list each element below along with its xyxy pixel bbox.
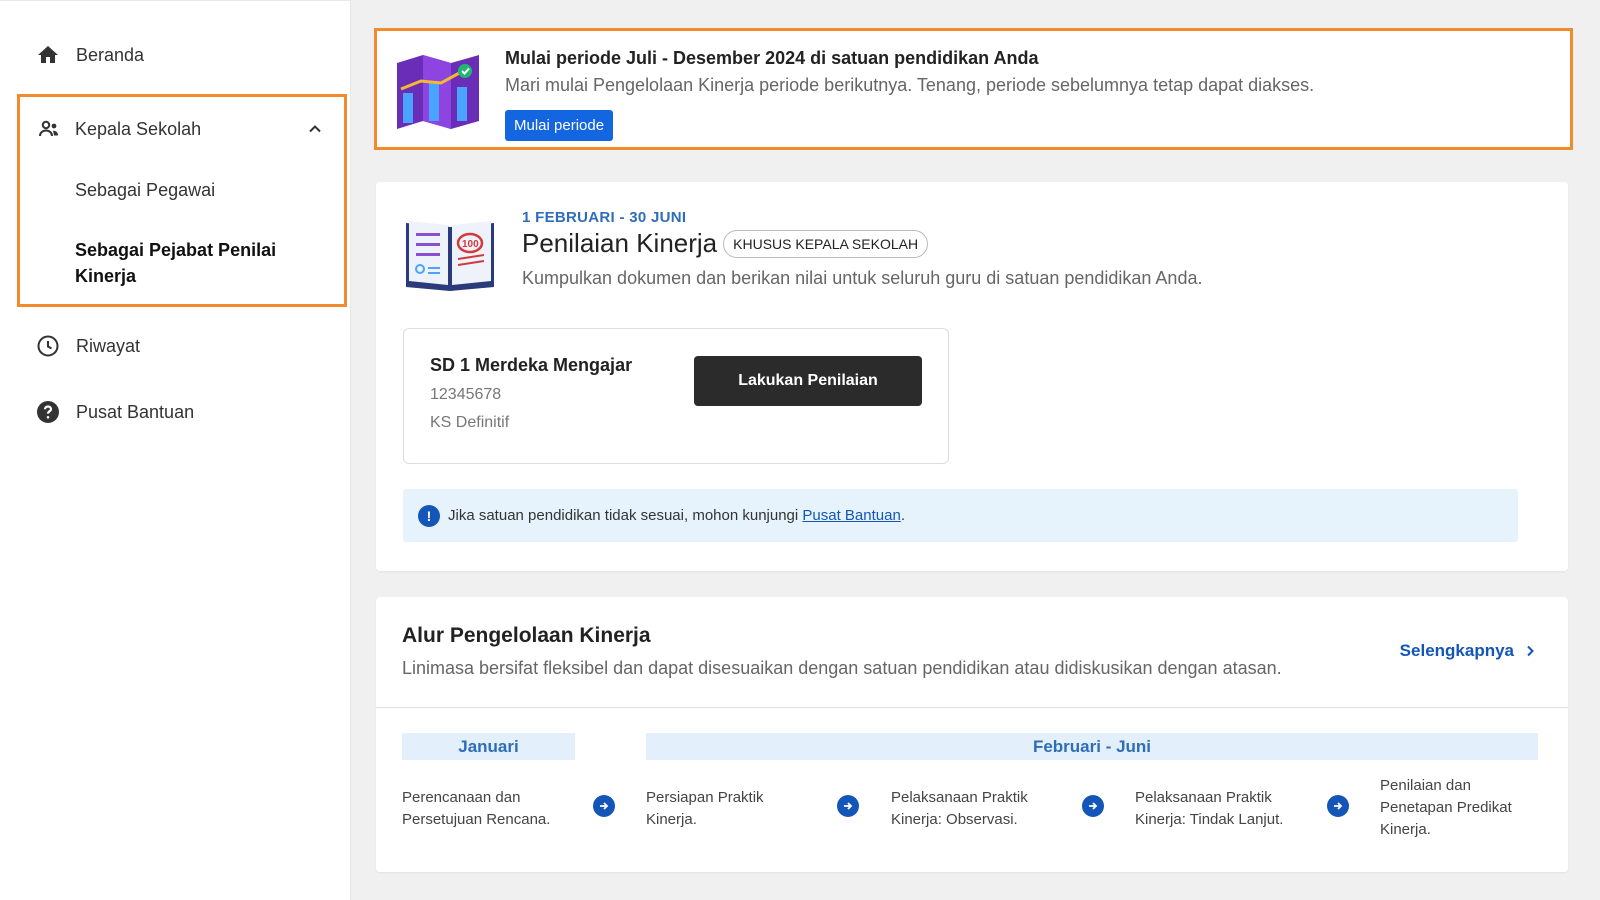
assessment-card: 100 1 FEBRUARI - 30 JUNI Penilaian Kiner… — [376, 182, 1568, 571]
people-icon — [37, 117, 61, 141]
flow-card: Alur Pengelolaan Kinerja Linimasa bersif… — [376, 597, 1568, 872]
info-text: Jika satuan pendidikan tidak sesuai, moh… — [448, 507, 905, 524]
see-more-link[interactable]: Selengkapnya — [1400, 641, 1536, 661]
flow-description: Linimasa bersifat fleksibel dan dapat di… — [402, 658, 1282, 678]
banner-description: Mari mulai Pengelolaan Kinerja periode b… — [505, 75, 1315, 95]
new-period-banner: Mulai periode Juli - Desember 2024 di sa… — [374, 28, 1573, 150]
sidebar-group-label: Kepala Sekolah — [75, 118, 202, 139]
assessment-title: Penilaian Kinerja — [522, 228, 718, 258]
school-name: SD 1 Merdeka Mengajar — [430, 355, 633, 375]
sidebar-item-label: Riwayat — [76, 335, 141, 356]
sidebar-subitem-sebagai-pegawai[interactable]: Sebagai Pegawai — [75, 177, 215, 203]
school-card: SD 1 Merdeka Mengajar 12345678 KS Defini… — [403, 328, 949, 464]
sidebar-item-history[interactable]: Riwayat — [36, 334, 140, 358]
map-chart-illustration — [393, 53, 485, 131]
sidebar-item-label: Pusat Bantuan — [76, 401, 195, 422]
home-icon — [36, 43, 60, 67]
sidebar-item-help[interactable]: Pusat Bantuan — [36, 400, 194, 424]
help-circle-icon — [36, 400, 60, 424]
arrow-right-icon — [1082, 795, 1104, 817]
help-center-link[interactable]: Pusat Bantuan — [802, 507, 900, 524]
info-message: Jika satuan pendidikan tidak sesuai, moh… — [448, 507, 803, 524]
assessment-title-row: Penilaian Kinerja KHUSUS KEPALA SEKOLAH — [522, 228, 929, 259]
flow-step: Persiapan Praktik Kinerja. — [646, 789, 764, 828]
period-label: 1 FEBRUARI - 30 JUNI — [522, 209, 687, 226]
sidebar: Beranda Kepala Sekolah Sebagai Pegawai S… — [0, 0, 351, 900]
sidebar-subitem-sebagai-pejabat-penilai[interactable]: Sebagai Pejabat Penilai Kinerja — [75, 237, 305, 289]
info-icon: ! — [418, 504, 440, 527]
book-illustration: 100 — [404, 217, 496, 293]
school-status: KS Definitif — [430, 414, 510, 431]
flow-step: Penilaian dan Penetapan Predikat Kinerja… — [1380, 777, 1512, 838]
chevron-up-icon[interactable] — [303, 117, 327, 141]
flow-step: Pelaksanaan Praktik Kinerja: Observasi. — [891, 789, 1028, 828]
flow-step: Perencanaan dan Persetujuan Rencana. — [402, 789, 551, 828]
info-suffix: . — [900, 507, 905, 524]
start-period-button[interactable]: Mulai periode — [505, 110, 614, 141]
clock-icon — [36, 334, 60, 358]
arrow-right-icon — [1327, 795, 1349, 817]
sidebar-group-header[interactable]: Kepala Sekolah — [37, 117, 327, 141]
svg-text:100: 100 — [462, 239, 479, 250]
flow-step: Pelaksanaan Praktik Kinerja: Tindak Lanj… — [1135, 789, 1284, 828]
chevron-right-icon — [1524, 645, 1536, 657]
divider — [376, 707, 1568, 708]
month-label-feb-jun: Februari - Juni — [646, 733, 1538, 760]
see-more-label: Selengkapnya — [1399, 641, 1514, 660]
do-assessment-button[interactable]: Lakukan Penilaian — [694, 356, 922, 406]
sidebar-item-label: Beranda — [76, 44, 145, 65]
month-label-january: Januari — [402, 733, 575, 760]
sidebar-item-home[interactable]: Beranda — [36, 43, 144, 67]
role-badge: KHUSUS KEPALA SEKOLAH — [723, 229, 929, 258]
flow-title: Alur Pengelolaan Kinerja — [402, 624, 651, 647]
school-npsn: 12345678 — [430, 386, 502, 403]
info-alert: ! Jika satuan pendidikan tidak sesuai, m… — [403, 489, 1518, 542]
sidebar-group-kepala-sekolah: Kepala Sekolah Sebagai Pegawai Sebagai P… — [17, 94, 347, 307]
banner-title: Mulai periode Juli - Desember 2024 di sa… — [505, 48, 1039, 68]
arrow-right-icon — [837, 795, 859, 817]
assessment-description: Kumpulkan dokumen dan berikan nilai untu… — [522, 268, 1203, 288]
arrow-right-icon — [593, 795, 615, 817]
